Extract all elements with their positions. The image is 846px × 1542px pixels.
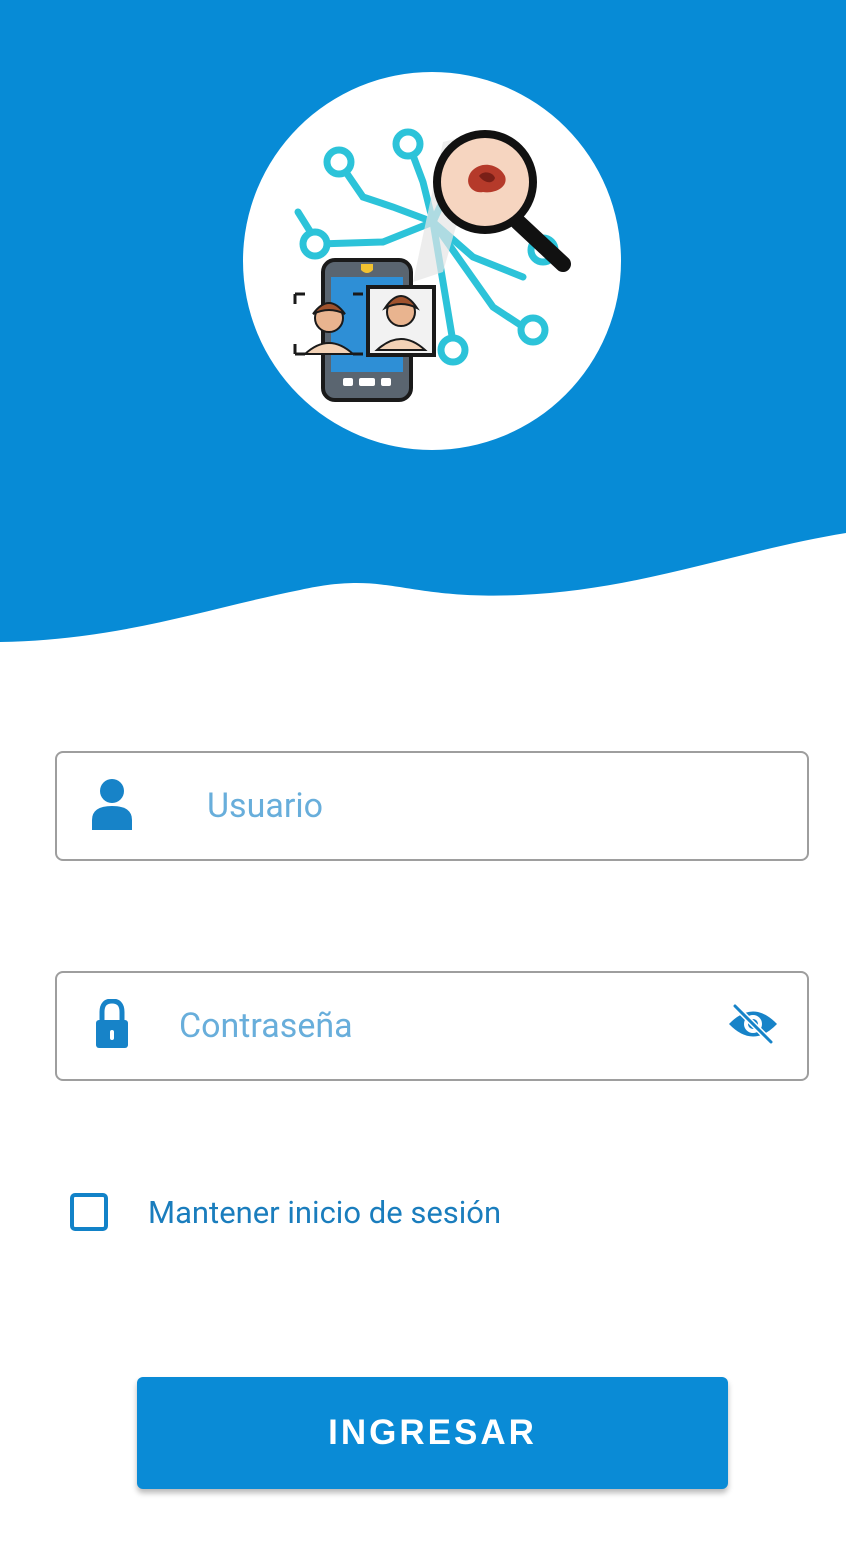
lock-icon [95,998,129,1053]
app-logo [243,72,621,450]
remember-me-checkbox[interactable] [70,1193,108,1231]
eye-off-icon[interactable] [727,1003,779,1049]
password-field[interactable] [55,971,809,1081]
face-recognition-skin-analysis-logo [293,128,571,402]
username-input[interactable] [207,753,767,859]
remember-me-label[interactable]: Mantener inicio de sesión [148,1194,501,1231]
login-button[interactable]: INGRESAR [137,1377,728,1489]
remember-me-row[interactable]: Mantener inicio de sesión [70,1190,501,1234]
username-field[interactable] [55,751,809,861]
person-icon [92,778,132,834]
password-input[interactable] [179,973,709,1079]
